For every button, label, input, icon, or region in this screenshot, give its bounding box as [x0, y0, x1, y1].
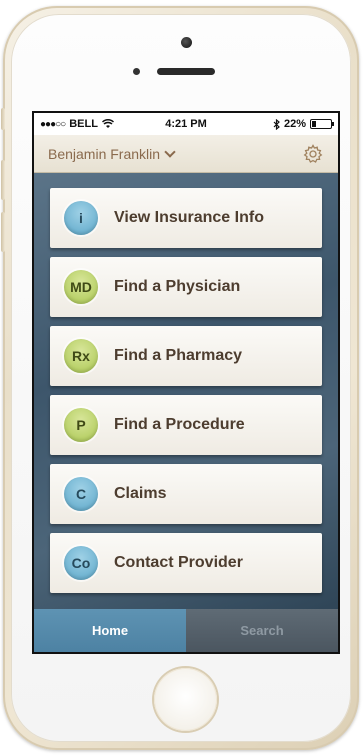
- menu-list: i View Insurance Info MD Find a Physicia…: [34, 173, 338, 609]
- app-header: Benjamin Franklin: [34, 135, 338, 173]
- menu-item-view-insurance-info[interactable]: i View Insurance Info: [50, 188, 322, 248]
- menu-label: Find a Physician: [114, 278, 241, 295]
- status-bar: ●●●○○ BELL 4:21 PM 22%: [34, 113, 338, 135]
- user-name: Benjamin Franklin: [48, 145, 161, 162]
- menu-label: View Insurance Info: [114, 209, 264, 226]
- earpiece-speaker: [157, 68, 215, 75]
- wifi-icon: [101, 119, 114, 128]
- menu-badge: MD: [64, 270, 98, 304]
- menu-badge: Co: [64, 546, 98, 580]
- menu-badge: C: [64, 477, 98, 511]
- app-screen: ●●●○○ BELL 4:21 PM 22% Benjamin Franklin: [32, 111, 340, 654]
- menu-item-find-a-pharmacy[interactable]: Rx Find a Pharmacy: [50, 326, 322, 386]
- menu-label: Find a Pharmacy: [114, 347, 243, 364]
- tab-home[interactable]: Home: [34, 609, 186, 652]
- mute-switch: [1, 108, 5, 130]
- tab-search[interactable]: Search: [186, 609, 338, 652]
- menu-label: Find a Procedure: [114, 416, 245, 433]
- battery-icon: [310, 119, 334, 129]
- volume-up-button: [1, 160, 5, 200]
- settings-button[interactable]: [302, 143, 324, 165]
- volume-down-button: [1, 212, 5, 252]
- menu-badge: Rx: [64, 339, 98, 373]
- battery-percent: 22%: [283, 118, 306, 130]
- tab-bar: Home Search: [34, 609, 338, 652]
- proximity-sensor: [133, 68, 140, 75]
- carrier-label: BELL: [69, 118, 98, 130]
- bluetooth-icon: [273, 118, 280, 130]
- account-switcher[interactable]: Benjamin Franklin: [48, 146, 302, 162]
- menu-label: Contact Provider: [114, 554, 243, 571]
- signal-strength-icon: ●●●○○: [40, 118, 66, 130]
- menu-label: Claims: [114, 485, 167, 502]
- home-button[interactable]: [154, 668, 217, 731]
- menu-badge: i: [64, 201, 98, 235]
- chevron-down-icon: [164, 145, 176, 158]
- menu-item-claims[interactable]: C Claims: [50, 464, 322, 524]
- menu-item-contact-provider[interactable]: Co Contact Provider: [50, 533, 322, 593]
- front-camera: [181, 37, 192, 48]
- menu-item-find-a-procedure[interactable]: P Find a Procedure: [50, 395, 322, 455]
- gear-icon: [303, 143, 323, 163]
- menu-item-find-a-physician[interactable]: MD Find a Physician: [50, 257, 322, 317]
- menu-badge: P: [64, 408, 98, 442]
- status-time: 4:21 PM: [165, 118, 207, 130]
